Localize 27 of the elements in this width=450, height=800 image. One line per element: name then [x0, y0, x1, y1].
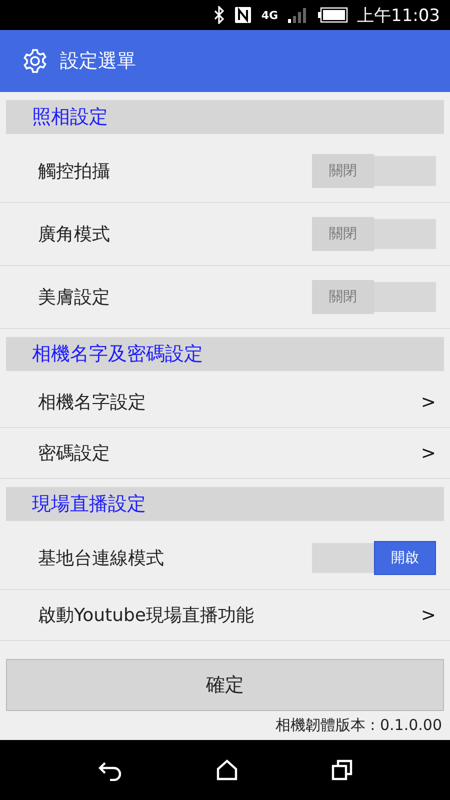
back-icon[interactable] [96, 759, 123, 781]
setting-label: 基地台連線模式 [38, 547, 164, 570]
chevron: > [420, 604, 436, 626]
network-type: 4G [261, 10, 278, 20]
setting-label: 廣角模式 [38, 223, 110, 246]
signal-icon [287, 6, 309, 24]
settings-link-row[interactable]: 啟動Youtube現場直播功能 > [0, 590, 450, 641]
chevron: > [420, 442, 436, 464]
home-icon[interactable] [216, 759, 238, 781]
setting-label: 美膚設定 [38, 286, 110, 309]
settings-icon[interactable] [22, 48, 48, 74]
bluetooth-icon [213, 6, 226, 24]
toggle-switch[interactable]: 開啟 [312, 543, 436, 573]
clock-time: 上午11:03 [357, 4, 440, 26]
section-header: 相機名字及密碼設定 [6, 337, 444, 371]
screen-title: 設定選單 [60, 49, 136, 74]
settings-link-row[interactable]: 密碼設定 > [0, 428, 450, 479]
recent-apps-icon[interactable] [331, 759, 354, 781]
setting-label: 觸控拍攝 [38, 160, 110, 183]
section-header: 現場直播設定 [6, 487, 444, 521]
nfc-icon [234, 6, 252, 24]
version-text: 相機韌體版本 : 0.1.0.00 [275, 716, 442, 734]
battery-icon [318, 7, 348, 23]
settings-link-row[interactable]: 相機名字設定 > [0, 377, 450, 428]
chevron: > [420, 392, 436, 412]
confirm-button[interactable]: 確定 [6, 659, 444, 711]
section-header: 照相設定 [6, 100, 444, 134]
